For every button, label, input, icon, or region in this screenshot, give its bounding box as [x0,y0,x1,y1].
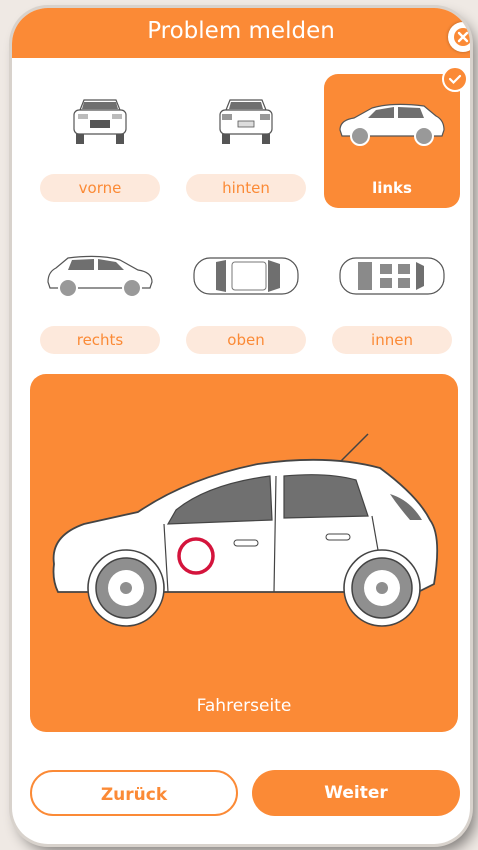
car-driver-side-icon [52,433,439,627]
view-tile-oben[interactable]: oben [178,226,314,360]
view-label-vorne: vorne [40,174,160,202]
back-button[interactable]: Zurück [30,770,238,816]
car-right-side-icon [47,255,153,298]
preview-caption: Fahrerseite [196,696,292,716]
next-button[interactable]: Weiter [252,770,460,816]
car-top-icon [193,257,299,295]
close-icon [454,28,470,46]
selected-view-preview: Fahrerseite [30,374,458,732]
close-button[interactable] [448,22,470,52]
view-tile-rechts[interactable]: rechts [32,226,168,360]
dialog-header: Problem melden [12,8,470,58]
view-label-rechts: rechts [40,326,160,354]
car-interior-icon [339,257,445,295]
view-label-hinten: hinten [186,174,306,202]
check-icon [442,66,468,92]
car-left-side-icon [339,103,445,146]
view-tile-innen[interactable]: innen [324,226,460,360]
report-problem-dialog: Problem melden vorne hinten links rechts… [12,8,470,844]
view-tile-vorne[interactable]: vorne [32,74,168,208]
car-rear-icon [219,99,273,144]
view-label-oben: oben [186,326,306,354]
view-label-links: links [372,179,412,197]
view-tile-hinten[interactable]: hinten [178,74,314,208]
view-tile-links[interactable]: links [324,66,468,208]
dialog-title: Problem melden [147,18,335,44]
view-label-innen: innen [332,326,452,354]
car-front-icon [73,99,127,144]
